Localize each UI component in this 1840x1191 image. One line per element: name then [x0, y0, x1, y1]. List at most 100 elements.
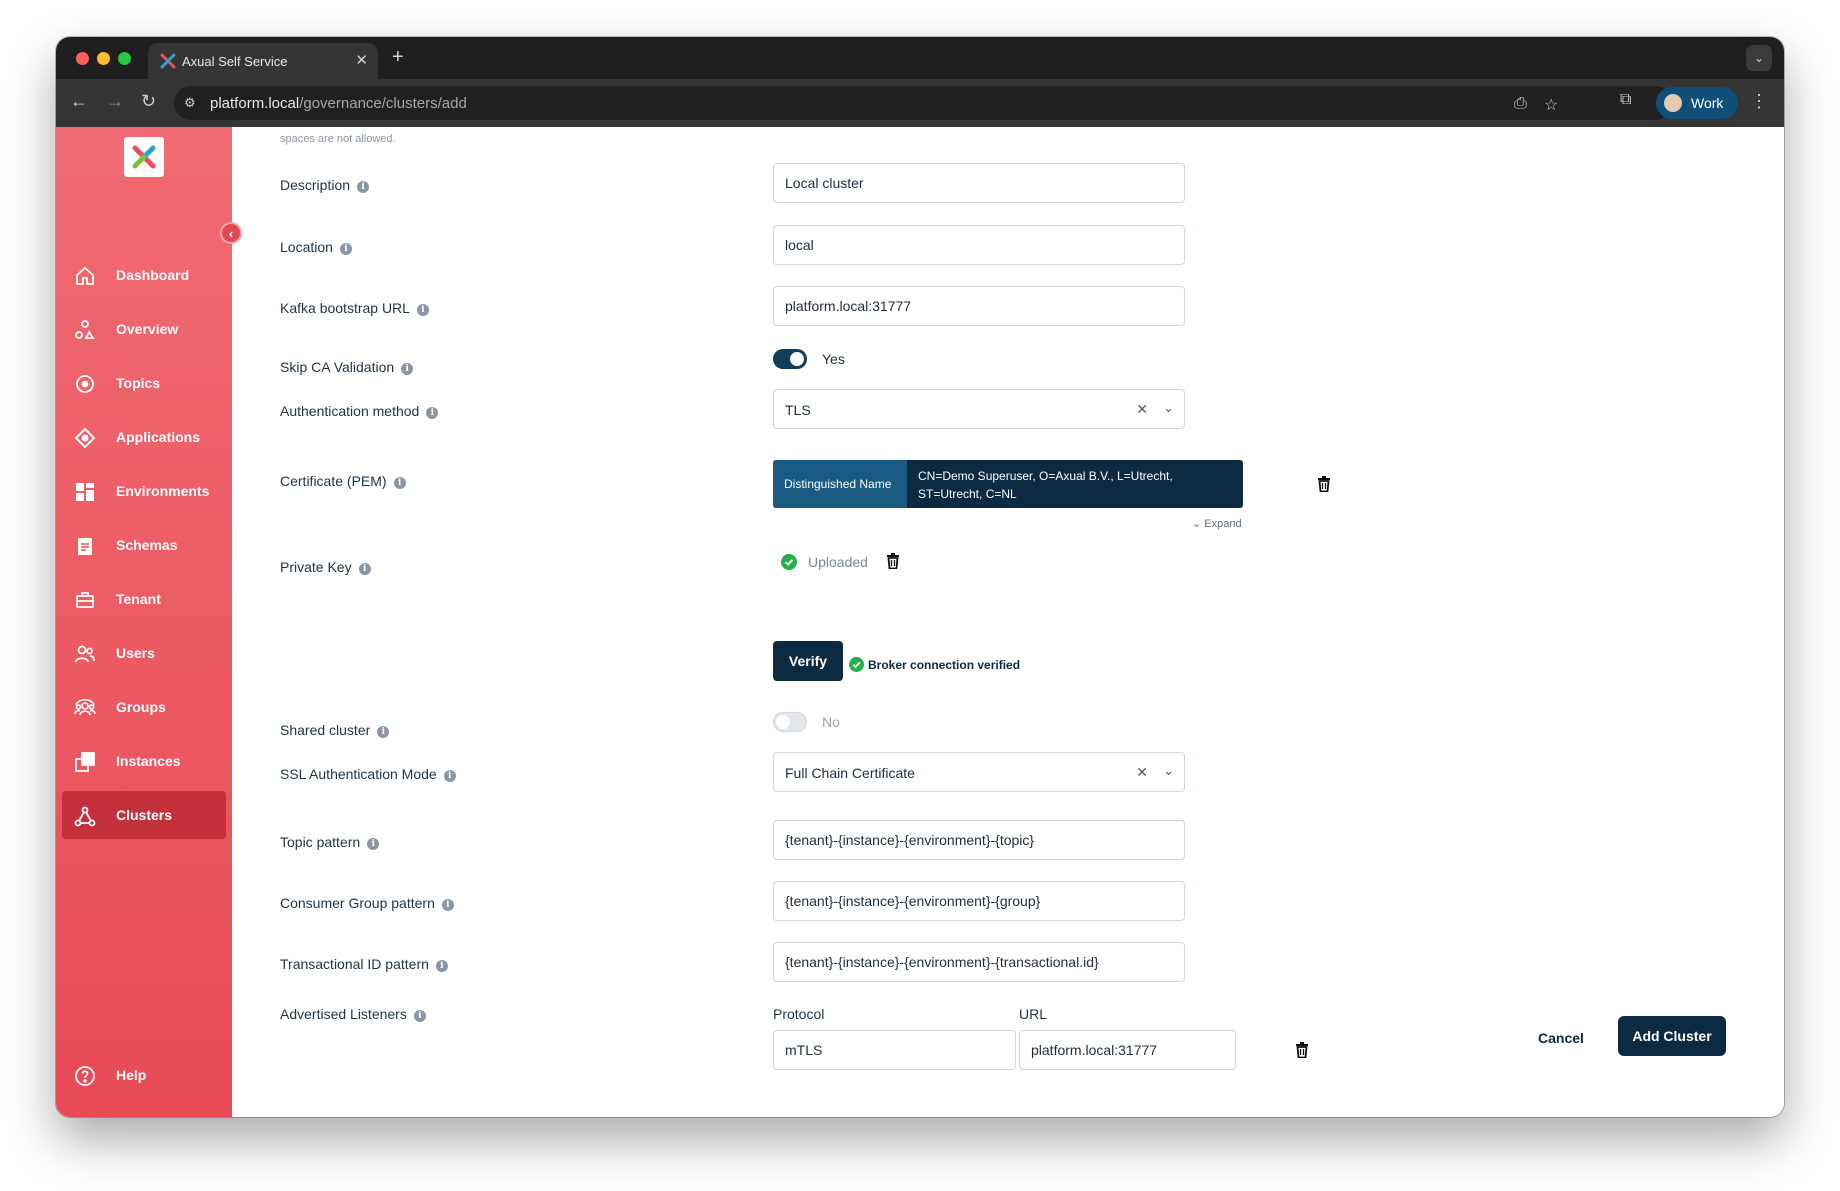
- delete-listener-icon[interactable]: [1295, 1042, 1309, 1058]
- verify-button[interactable]: Verify: [773, 641, 843, 681]
- axual-logo[interactable]: [124, 137, 164, 177]
- certificate-label-text: Certificate (PEM): [280, 473, 387, 489]
- sidebar-item-applications[interactable]: Applications: [62, 413, 226, 461]
- info-icon[interactable]: i: [443, 770, 456, 782]
- minimize-window-button[interactable]: [97, 52, 110, 65]
- sidebar-item-tenant[interactable]: Tenant: [62, 575, 226, 623]
- clear-icon[interactable]: ✕: [1136, 764, 1148, 781]
- sidebar-item-overview[interactable]: Overview: [62, 305, 226, 353]
- profile-button[interactable]: Work: [1656, 87, 1738, 119]
- location-input[interactable]: [773, 225, 1185, 265]
- sidebar-item-environments[interactable]: Environments: [62, 467, 226, 515]
- new-tab-button[interactable]: +: [392, 47, 404, 67]
- tab-search-button[interactable]: ⌄: [1746, 45, 1772, 71]
- info-icon[interactable]: i: [358, 563, 371, 575]
- certificate-summary: Distinguished Name CN=Demo Superuser, O=…: [773, 460, 1243, 508]
- clusters-icon: [74, 806, 96, 827]
- sidebar-item-help[interactable]: Help: [62, 1051, 226, 1099]
- info-icon[interactable]: i: [441, 899, 454, 911]
- shared-cluster-state-label: No: [822, 714, 840, 730]
- info-icon[interactable]: i: [377, 726, 390, 738]
- back-icon[interactable]: ←: [70, 91, 88, 111]
- listener-url-input[interactable]: [1019, 1030, 1236, 1070]
- shared-cluster-label: Shared cluster i: [280, 722, 390, 738]
- cancel-button[interactable]: Cancel: [1538, 1030, 1584, 1046]
- auth-method-label-text: Authentication method: [280, 403, 420, 419]
- sidebar-item-groups[interactable]: Groups: [62, 683, 226, 731]
- skip-ca-toggle[interactable]: [773, 349, 807, 369]
- add-cluster-button[interactable]: Add Cluster: [1618, 1016, 1726, 1056]
- address-bar[interactable]: ⚙ platform.local/governance/clusters/add…: [174, 86, 1672, 120]
- info-icon[interactable]: i: [413, 1010, 426, 1022]
- verify-status: Broker connection verified: [849, 657, 1020, 672]
- maximize-window-button[interactable]: [118, 52, 131, 65]
- info-icon[interactable]: i: [339, 243, 352, 255]
- sidebar-item-schemas[interactable]: Schemas: [62, 521, 226, 569]
- name-hint: spaces are not allowed.: [280, 133, 396, 145]
- delete-private-key-icon[interactable]: [886, 553, 900, 569]
- transactional-id-pattern-input[interactable]: [773, 942, 1185, 982]
- bookmark-star-icon[interactable]: ☆: [1544, 95, 1558, 115]
- close-window-button[interactable]: [76, 52, 89, 65]
- extensions-icon[interactable]: ⧉: [1620, 91, 1631, 109]
- address-url: platform.local/governance/clusters/add: [210, 95, 467, 112]
- avatar: [1664, 94, 1682, 112]
- ssl-mode-select[interactable]: Full Chain Certificate ✕ ⌄: [773, 752, 1185, 792]
- browser-menu-icon[interactable]: ⋮: [1750, 91, 1768, 112]
- sidebar-item-instances[interactable]: Instances: [62, 737, 226, 785]
- description-input[interactable]: [773, 163, 1185, 203]
- sidebar-item-label: Instances: [116, 753, 181, 769]
- browser-tab[interactable]: Axual Self Service ✕: [148, 43, 378, 79]
- help-icon: [75, 1066, 95, 1086]
- sidebar-item-label: Help: [116, 1067, 147, 1083]
- sidebar-item-dashboard[interactable]: Dashboard: [62, 251, 226, 299]
- forward-icon[interactable]: →: [106, 91, 124, 111]
- toggle-knob: [790, 352, 804, 366]
- tab-title: Axual Self Service: [182, 54, 288, 69]
- info-icon[interactable]: i: [416, 304, 429, 316]
- info-icon[interactable]: i: [401, 363, 414, 375]
- expand-link[interactable]: ⌄ Expand: [1192, 517, 1242, 530]
- browser-window: Axual Self Service ✕ + ⌄ ← → ↻ ⚙ platfor…: [56, 37, 1784, 1117]
- auth-method-label: Authentication method i: [280, 403, 439, 419]
- delete-certificate-icon[interactable]: [1317, 476, 1331, 492]
- profile-label: Work: [1691, 95, 1724, 111]
- sidebar-item-users[interactable]: Users: [62, 629, 226, 677]
- toggle-knob: [776, 715, 790, 729]
- info-icon[interactable]: i: [367, 838, 380, 850]
- chevron-down-icon[interactable]: ⌄: [1163, 763, 1174, 779]
- sidebar-item-topics[interactable]: Topics: [62, 359, 226, 407]
- info-icon[interactable]: i: [426, 407, 439, 419]
- verify-status-text: Broker connection verified: [868, 658, 1021, 672]
- site-info-icon[interactable]: ⚙: [184, 95, 196, 111]
- sidebar-item-clusters[interactable]: Clusters: [62, 791, 226, 839]
- clear-icon[interactable]: ✕: [1136, 401, 1148, 418]
- info-icon[interactable]: i: [357, 181, 370, 193]
- schemas-icon: [78, 538, 92, 555]
- auth-method-value: TLS: [785, 402, 811, 418]
- consumer-group-pattern-label-text: Consumer Group pattern: [280, 895, 435, 911]
- info-icon[interactable]: i: [435, 960, 448, 972]
- tab-close-icon[interactable]: ✕: [355, 51, 368, 69]
- listener-protocol-input[interactable]: [773, 1030, 1016, 1070]
- topic-pattern-label-text: Topic pattern: [280, 834, 361, 850]
- chevron-down-icon[interactable]: ⌄: [1163, 400, 1174, 416]
- location-label: Location i: [280, 239, 352, 255]
- sidebar-item-label: Dashboard: [116, 267, 190, 283]
- skip-ca-state-label: Yes: [822, 351, 845, 367]
- reload-icon[interactable]: ↻: [141, 91, 156, 111]
- topic-pattern-input[interactable]: [773, 820, 1185, 860]
- shared-cluster-toggle[interactable]: [773, 712, 807, 732]
- transactional-id-pattern-label: Transactional ID pattern i: [280, 956, 448, 972]
- tab-strip: Axual Self Service ✕ + ⌄: [56, 37, 1784, 79]
- auth-method-select[interactable]: TLS ✕ ⌄: [773, 389, 1185, 429]
- consumer-group-pattern-input[interactable]: [773, 881, 1185, 921]
- install-app-icon[interactable]: ⎙: [1514, 95, 1527, 113]
- info-icon[interactable]: i: [393, 477, 406, 489]
- sidebar-item-label: Users: [116, 645, 155, 661]
- sidebar-item-label: Schemas: [116, 537, 178, 553]
- sidebar-item-label: Environments: [116, 483, 210, 499]
- bootstrap-url-input[interactable]: [773, 286, 1185, 326]
- collapse-sidebar-button[interactable]: ‹: [220, 222, 242, 244]
- location-label-text: Location: [280, 239, 333, 255]
